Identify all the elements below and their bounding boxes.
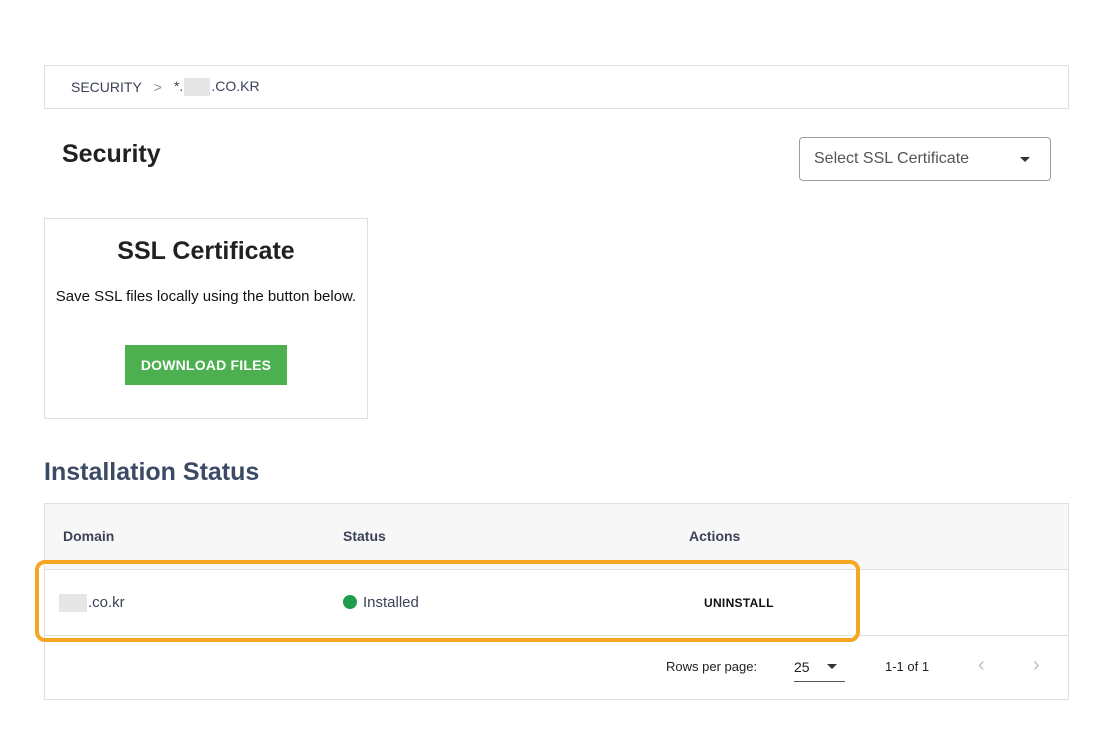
domain-suffix: .co.kr bbox=[88, 594, 125, 611]
uninstall-button[interactable]: UNINSTALL bbox=[704, 596, 774, 610]
chevron-left-icon[interactable]: ‹ bbox=[978, 654, 985, 677]
ssl-certificate-select[interactable]: Select SSL Certificate bbox=[799, 137, 1051, 181]
breadcrumb-prefix: *. bbox=[173, 77, 184, 94]
breadcrumb-current: *. .CO.KR bbox=[173, 77, 260, 97]
chevron-down-icon bbox=[1020, 156, 1030, 162]
column-header-status: Status bbox=[343, 528, 386, 544]
column-header-domain: Domain bbox=[63, 528, 115, 544]
installation-status-title: Installation Status bbox=[44, 458, 260, 486]
column-header-actions: Actions bbox=[689, 528, 741, 544]
ssl-card-description: Save SSL files locally using the button … bbox=[55, 288, 357, 305]
pagination-range: 1-1 of 1 bbox=[885, 659, 930, 674]
domain-cell: .co.kr bbox=[58, 594, 125, 613]
table-pagination: Rows per page: 25 1-1 of 1 ‹ › bbox=[45, 636, 1068, 700]
ssl-card-title: SSL Certificate bbox=[117, 237, 295, 265]
breadcrumb-root[interactable]: SECURITY bbox=[71, 79, 142, 95]
rows-per-page-value: 25 bbox=[794, 658, 810, 675]
download-files-button[interactable]: DOWNLOAD FILES bbox=[125, 345, 287, 385]
breadcrumb-separator-icon: > bbox=[153, 79, 162, 95]
redacted-block bbox=[184, 78, 211, 97]
table-header: Domain Status Actions bbox=[45, 504, 1068, 570]
chevron-down-icon bbox=[827, 664, 837, 669]
chevron-right-icon[interactable]: › bbox=[1033, 654, 1040, 677]
ssl-certificate-card: SSL Certificate Save SSL files locally u… bbox=[44, 218, 368, 419]
rows-per-page-select[interactable]: 25 bbox=[794, 652, 845, 682]
table-row: .co.kr Installed UNINSTALL bbox=[45, 570, 1068, 636]
rows-per-page-label: Rows per page: bbox=[666, 659, 758, 674]
page-title: Security bbox=[62, 140, 161, 168]
select-placeholder: Select SSL Certificate bbox=[814, 150, 970, 167]
breadcrumb-suffix: .CO.KR bbox=[211, 77, 260, 94]
installation-table: Domain Status Actions .co.kr Installed U… bbox=[44, 503, 1069, 700]
redacted-block bbox=[59, 594, 87, 613]
status-dot-icon bbox=[343, 595, 357, 609]
status-cell: Installed bbox=[343, 594, 419, 611]
breadcrumb: SECURITY > *. .CO.KR bbox=[44, 65, 1069, 109]
status-label: Installed bbox=[363, 594, 419, 611]
